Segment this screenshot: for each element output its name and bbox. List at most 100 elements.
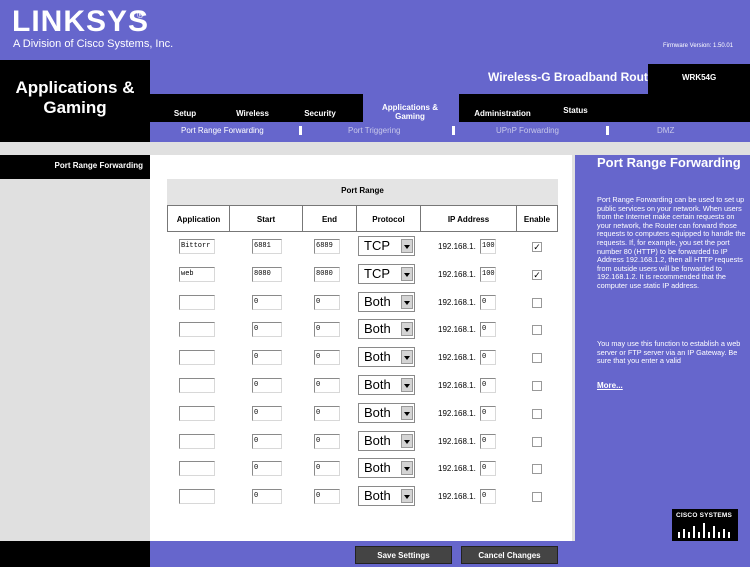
end-port-input[interactable]: 0 [314,322,340,338]
table-row: 0 0 Both 192.168.1. 0 [167,344,558,372]
subtab-dmz[interactable]: DMZ [657,126,674,135]
model-number: WRK54G [682,73,717,82]
chevron-down-icon [401,322,413,337]
start-port-input[interactable]: 0 [252,405,282,421]
start-port-input[interactable]: 0 [252,350,282,366]
col-header-end: End [302,205,356,232]
start-port-input[interactable]: 0 [252,489,282,505]
subtab-port-range-forwarding[interactable]: Port Range Forwarding [181,126,264,135]
application-name-input[interactable] [179,350,215,366]
application-name-input[interactable] [179,461,215,477]
enable-checkbox[interactable] [532,353,542,364]
protocol-select[interactable]: Both [358,319,415,340]
enable-checkbox[interactable] [532,436,542,447]
protocol-select[interactable]: Both [358,430,415,451]
protocol-value: Both [364,460,391,476]
enable-checkbox[interactable]: ✓ [532,269,542,280]
ip-last-octet-input[interactable]: 0 [480,294,496,310]
port-range-title: Port Range [341,186,384,195]
ip-prefix: 192.168.1. [438,408,476,418]
protocol-select[interactable]: Both [358,291,415,312]
table-row: 0 0 Both 192.168.1. 0 [167,428,558,456]
ip-prefix: 192.168.1. [438,492,476,502]
enable-checkbox[interactable] [532,297,542,308]
end-port-input[interactable]: 0 [314,489,340,505]
enable-checkbox[interactable] [532,408,542,419]
table-row: 0 0 Both 192.168.1. 0 [167,289,558,317]
ip-last-octet-input[interactable]: 100 [480,266,496,282]
tab-setup[interactable]: Setup [170,109,200,118]
ip-last-octet-input[interactable]: 0 [480,461,496,477]
ip-last-octet-input[interactable]: 0 [480,489,496,505]
start-port-input[interactable]: 6881 [252,239,282,254]
left-nav-label: Port Range Forwarding [54,161,143,170]
enable-checkbox[interactable] [532,325,542,336]
cancel-changes-button[interactable]: Cancel Changes [461,546,558,564]
tab-status[interactable]: Status [558,106,593,115]
ip-last-octet-input[interactable]: 0 [480,405,496,421]
table-row: Bittorr 6881 6889 TCP 192.168.1. 100 ✓ [167,233,558,261]
application-name-input[interactable]: web [179,266,215,282]
application-name-input[interactable]: Bittorr [179,239,215,254]
firmware-version: Firmware Version: 1.50.01 [663,43,734,49]
application-name-input[interactable] [179,322,215,338]
end-port-input[interactable]: 8080 [314,266,340,282]
ip-last-octet-input[interactable]: 100 [480,239,496,254]
ip-last-octet-input[interactable]: 0 [480,350,496,366]
protocol-select[interactable]: Both [358,486,415,507]
start-port-input[interactable]: 0 [252,433,282,449]
end-port-input[interactable]: 0 [314,405,340,421]
tab-administration[interactable]: Administration [470,109,535,118]
cisco-bridge-icon [678,523,730,538]
end-port-input[interactable]: 0 [314,461,340,477]
ip-last-octet-input[interactable]: 0 [480,322,496,338]
protocol-value: Both [364,432,391,448]
protocol-select[interactable]: TCP [358,263,415,284]
application-name-input[interactable] [179,433,215,449]
table-row: web 8080 8080 TCP 192.168.1. 100 ✓ [167,261,558,289]
application-name-input[interactable] [179,378,215,393]
start-port-input[interactable]: 0 [252,461,282,477]
ip-last-octet-input[interactable]: 0 [480,378,496,393]
protocol-select[interactable]: Both [358,375,415,395]
end-port-input[interactable]: 0 [314,294,340,310]
tab-wireless[interactable]: Wireless [230,109,275,118]
ip-prefix: 192.168.1. [438,353,476,363]
protocol-value: Both [364,404,391,420]
tab-security[interactable]: Security [300,109,340,118]
save-settings-button[interactable]: Save Settings [355,546,452,564]
protocol-select[interactable]: Both [358,347,415,368]
section-title: Applications & Gaming [15,78,135,117]
protocol-value: Both [364,321,391,337]
enable-checkbox[interactable] [532,464,542,475]
chevron-down-icon [401,294,413,309]
more-link[interactable]: More... [597,381,623,390]
enable-checkbox[interactable] [532,381,542,391]
enable-checkbox[interactable] [532,492,542,503]
subtab-upnp-forwarding[interactable]: UPnP Forwarding [496,126,559,135]
left-nav [0,155,150,541]
subtab-port-triggering[interactable]: Port Triggering [348,126,400,135]
start-port-input[interactable]: 8080 [252,266,282,282]
end-port-input[interactable]: 0 [314,378,340,393]
help-text-continued: You may use this function to establish a… [597,339,741,366]
divider-strip [0,142,750,155]
application-name-input[interactable] [179,489,215,505]
application-name-input[interactable] [179,405,215,421]
application-name-input[interactable] [179,294,215,310]
end-port-input[interactable]: 0 [314,350,340,366]
end-port-input[interactable]: 6889 [314,239,340,254]
protocol-value: Both [364,377,391,392]
start-port-input[interactable]: 0 [252,378,282,393]
protocol-select[interactable]: Both [358,458,415,479]
ip-prefix: 192.168.1. [438,436,476,446]
protocol-select[interactable]: TCP [358,236,415,256]
start-port-input[interactable]: 0 [252,294,282,310]
table-row: 0 0 Both 192.168.1. 0 [167,455,558,483]
ip-last-octet-input[interactable]: 0 [480,433,496,449]
end-port-input[interactable]: 0 [314,433,340,449]
enable-checkbox[interactable]: ✓ [532,242,542,252]
tab-applications-gaming[interactable]: Applications & Gaming [370,103,450,121]
protocol-select[interactable]: Both [358,402,415,423]
start-port-input[interactable]: 0 [252,322,282,338]
